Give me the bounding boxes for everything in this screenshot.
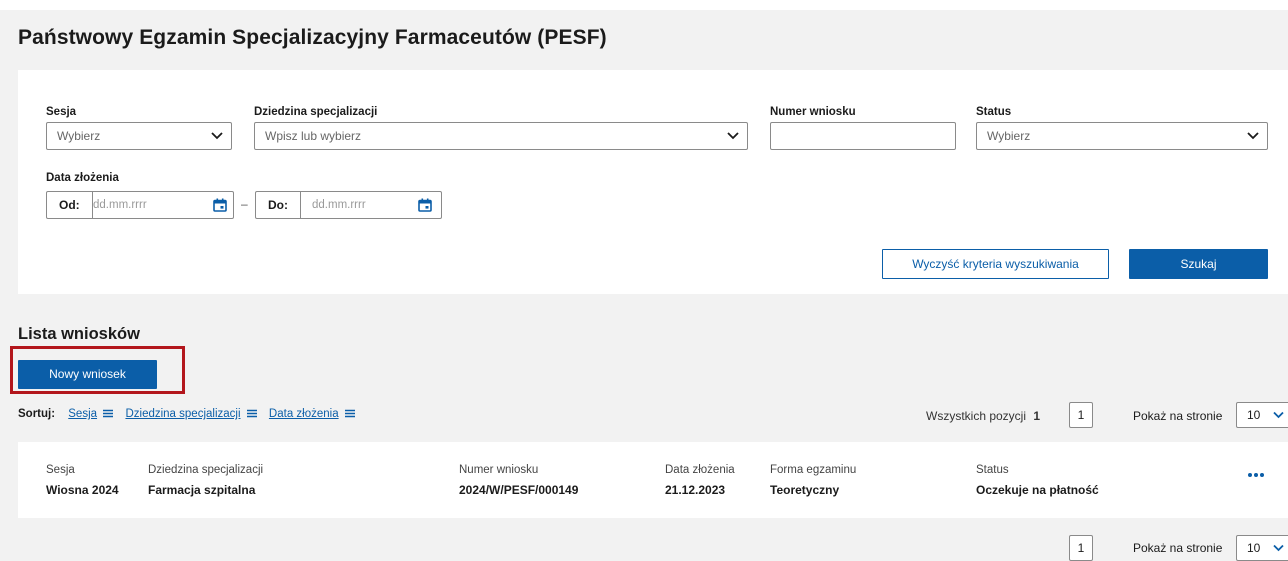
per-page-label: Pokaż na stronie	[1133, 409, 1223, 423]
cell-forma: Teoretyczny	[770, 483, 840, 497]
chevron-down-icon	[211, 132, 223, 140]
dziedzina-combobox[interactable]: Wpisz lub wybierz	[254, 122, 748, 150]
dziedzina-placeholder: Wpisz lub wybierz	[265, 129, 362, 143]
per-page-select-bottom[interactable]: 10	[1236, 535, 1288, 561]
clear-filters-button[interactable]: Wyczyść kryteria wyszukiwania	[882, 249, 1109, 279]
col-header-forma: Forma egzaminu	[770, 464, 857, 476]
chevron-down-icon	[1273, 411, 1284, 419]
col-header-data: Data złożenia	[665, 464, 735, 476]
dziedzina-label: Dziedzina specjalizacji	[254, 106, 378, 118]
total-value: 1	[1033, 409, 1041, 423]
data-zlozenia-label: Data złożenia	[46, 172, 119, 184]
page-title: Państwowy Egzamin Specjalizacyjny Farmac…	[18, 26, 607, 49]
calendar-icon[interactable]	[418, 198, 432, 212]
calendar-icon[interactable]	[213, 198, 227, 212]
date-to-field[interactable]: Do: dd.mm.rrrr	[255, 191, 442, 219]
per-page-value-bottom: 10	[1247, 541, 1261, 555]
table-row[interactable]: Sesja Wiosna 2024 Dziedzina specjalizacj…	[18, 442, 1288, 518]
cell-sesja: Wiosna 2024	[46, 483, 119, 497]
status-placeholder: Wybierz	[987, 129, 1031, 143]
sort-by-dziedzina[interactable]: Dziedzina specjalizacji	[125, 408, 240, 420]
total-count: Wszystkich pozycji 1	[926, 409, 1040, 423]
col-header-sesja: Sesja	[46, 464, 75, 476]
page-number-input-bottom[interactable]: 1	[1069, 535, 1093, 561]
sort-bar: Sortuj: Sesja Dziedzina specjalizacji Da…	[18, 408, 364, 420]
page-number-input[interactable]: 1	[1069, 402, 1093, 428]
col-header-status: Status	[976, 464, 1009, 476]
list-heading: Lista wniosków	[18, 325, 140, 343]
per-page-label-bottom: Pokaż na stronie	[1133, 541, 1223, 555]
sort-label: Sortuj:	[18, 408, 56, 420]
chevron-down-icon	[1247, 132, 1259, 140]
new-application-button[interactable]: Nowy wniosek	[18, 360, 157, 389]
date-from-label: Od:	[47, 192, 93, 218]
chevron-down-icon	[1273, 544, 1284, 552]
sesja-label: Sesja	[46, 106, 77, 118]
sort-icon[interactable]	[246, 409, 258, 418]
per-page-select[interactable]: 10	[1236, 402, 1288, 428]
status-label: Status	[976, 106, 1012, 118]
cell-status: Oczekuje na płatność	[976, 483, 1099, 497]
col-header-numer: Numer wniosku	[459, 464, 539, 476]
sort-by-sesja[interactable]: Sesja	[68, 408, 97, 420]
status-select[interactable]: Wybierz	[976, 122, 1268, 150]
col-header-dziedzina: Dziedzina specjalizacji	[148, 464, 264, 476]
date-range-separator: –	[241, 197, 248, 211]
sort-icon[interactable]	[102, 409, 114, 418]
total-label: Wszystkich pozycji	[926, 409, 1027, 423]
sort-by-data[interactable]: Data złożenia	[269, 408, 339, 420]
cell-numer: 2024/W/PESF/000149	[459, 483, 579, 497]
per-page-value: 10	[1247, 408, 1261, 422]
cell-data: 21.12.2023	[665, 483, 726, 497]
cell-dziedzina: Farmacja szpitalna	[148, 483, 256, 497]
numer-wniosku-input[interactable]	[770, 122, 956, 150]
sesja-select[interactable]: Wybierz	[46, 122, 232, 150]
date-to-label: Do:	[256, 192, 301, 218]
date-from-placeholder: dd.mm.rrrr	[93, 199, 147, 211]
date-to-placeholder: dd.mm.rrrr	[312, 199, 366, 211]
chevron-down-icon	[727, 132, 739, 140]
numer-label: Numer wniosku	[770, 106, 856, 118]
sesja-placeholder: Wybierz	[57, 129, 101, 143]
search-button[interactable]: Szukaj	[1129, 249, 1268, 279]
more-icon[interactable]	[1246, 470, 1266, 480]
date-from-field[interactable]: Od: dd.mm.rrrr	[46, 191, 234, 219]
sort-icon[interactable]	[344, 409, 356, 418]
